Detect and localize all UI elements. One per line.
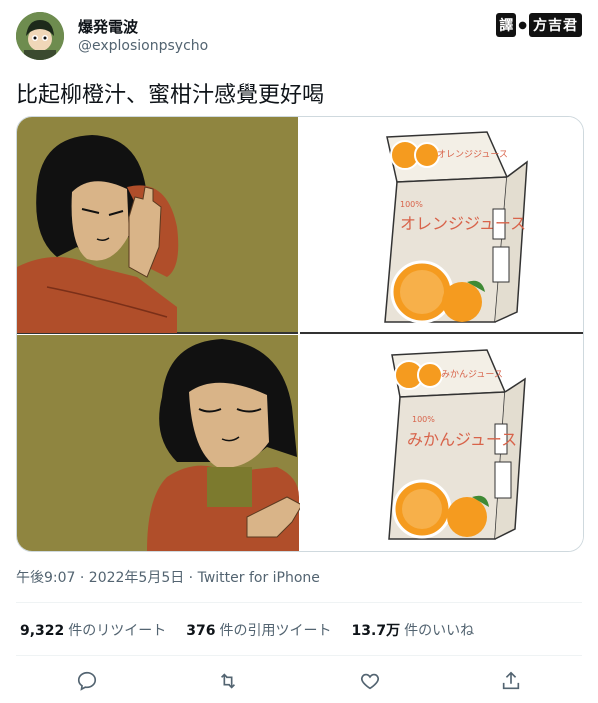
mikan-juice-carton: みかんジュース 100% みかんジュース [300,334,583,551]
bottom-carton-small-label: みかんジュース [441,369,503,380]
quotes-label: 件の引用ツイート [219,623,332,639]
badge-right: 方吉君 [529,13,582,37]
likes-stat[interactable]: 13.7万 件のいいね [352,620,475,640]
reply-icon [77,671,97,691]
tweet-text: 比起柳橙汁、蜜柑汁感覺更好喝 [16,83,325,108]
tweet-source[interactable]: Twitter for iPhone [198,570,320,586]
tweet-timestamp[interactable]: 午後9:07 · 2022年5月5日 [16,570,184,586]
top-carton-percent: 100% [400,200,423,209]
share-icon [502,671,520,690]
retweets-label: 件のリツイート [68,623,167,639]
author-handle[interactable]: @explosionpsycho [78,38,208,54]
top-carton-title: オレンジジュース [400,214,526,233]
meta-separator: · [184,570,198,586]
tweet-media[interactable]: オレンジジュース 100% オレンジジュース みかんジュース 100% みかんジ… [16,116,584,552]
reply-button[interactable] [70,664,104,698]
meme-image: オレンジジュース 100% オレンジジュース みかんジュース 100% みかんジ… [17,117,583,551]
quotes-count: 376 [186,623,216,639]
divider-top [16,602,582,603]
likes-label: 件のいいね [404,623,475,639]
avatar[interactable] [16,12,64,60]
share-button[interactable] [494,664,528,698]
divider-bottom [16,655,582,656]
like-button[interactable] [353,664,387,698]
bottom-carton-percent: 100% [412,415,435,424]
author-name[interactable]: 爆発電波 [78,16,138,37]
badge-left: 譯 [496,13,517,37]
translator-badge: 譯 ● 方吉君 [496,13,582,37]
like-icon [361,673,379,690]
bottom-carton-title: みかんジュース [407,430,517,449]
top-carton-small-label: オレンジジュース [437,149,508,160]
retweets-count: 9,322 [20,623,65,639]
tweet-meta: 午後9:07 · 2022年5月5日 · Twitter for iPhone [16,567,320,587]
quotes-stat[interactable]: 376 件の引用ツイート [186,620,331,640]
orange-juice-carton: オレンジジュース 100% オレンジジュース [300,117,583,332]
tweet-stats: 9,322 件のリツイート 376 件の引用ツイート 13.7万 件のいいね [20,620,494,640]
tweet-actions [16,664,582,698]
badge-separator: ● [518,19,527,31]
likes-count: 13.7万 [351,623,401,639]
retweet-icon [220,673,236,689]
tweet-header: 爆発電波 @explosionpsycho 譯 ● 方吉君 [16,11,582,61]
retweet-button[interactable] [211,664,245,698]
retweets-stat[interactable]: 9,322 件のリツイート [20,620,166,640]
girl-approving [147,339,303,551]
